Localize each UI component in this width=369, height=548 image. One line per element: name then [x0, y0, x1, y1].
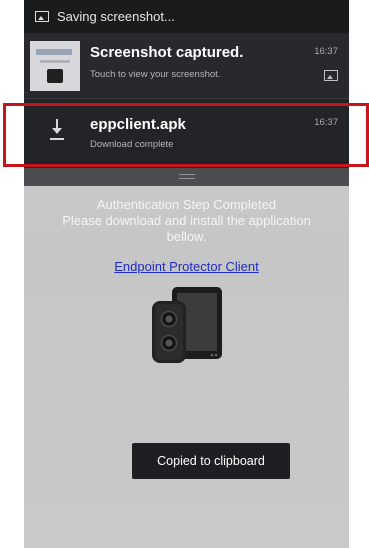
status-bar: Saving screenshot... — [24, 0, 349, 33]
image-icon — [324, 70, 338, 81]
notification-subtitle: Touch to view your screenshot. — [90, 69, 221, 80]
toast-message: Copied to clipboard — [132, 443, 290, 479]
download-icon — [50, 119, 64, 141]
message-line: bellow. — [166, 229, 207, 244]
endpoint-protector-client-link[interactable]: Endpoint Protector Client — [24, 259, 349, 274]
phone-screen: Saving screenshot... Screenshot captured… — [24, 0, 349, 548]
device-illustration — [152, 287, 222, 363]
toast-text: Copied to clipboard — [157, 454, 265, 468]
page-root: Saving screenshot... Screenshot captured… — [0, 0, 369, 548]
grip-icon — [179, 174, 195, 179]
message-line: Authentication Step Completed — [96, 197, 277, 212]
notification-shade-handle[interactable] — [24, 168, 349, 186]
message-line: Please download and install the applicat… — [62, 213, 311, 228]
status-bar-text: Saving screenshot... — [57, 9, 175, 24]
screenshot-thumbnail — [30, 41, 80, 91]
notification-download[interactable]: eppclient.apk Download complete 16:37 — [24, 98, 349, 169]
notification-title: eppclient.apk — [90, 116, 186, 133]
notification-screenshot[interactable]: Screenshot captured. Touch to view your … — [24, 33, 349, 98]
notification-time: 16:37 — [314, 117, 338, 128]
notification-time: 16:37 — [314, 46, 338, 57]
auth-message: Authentication Step Completed Please dow… — [24, 197, 349, 245]
image-icon — [35, 11, 49, 22]
notification-title: Screenshot captured. — [90, 44, 244, 61]
notification-subtitle: Download complete — [90, 139, 174, 150]
